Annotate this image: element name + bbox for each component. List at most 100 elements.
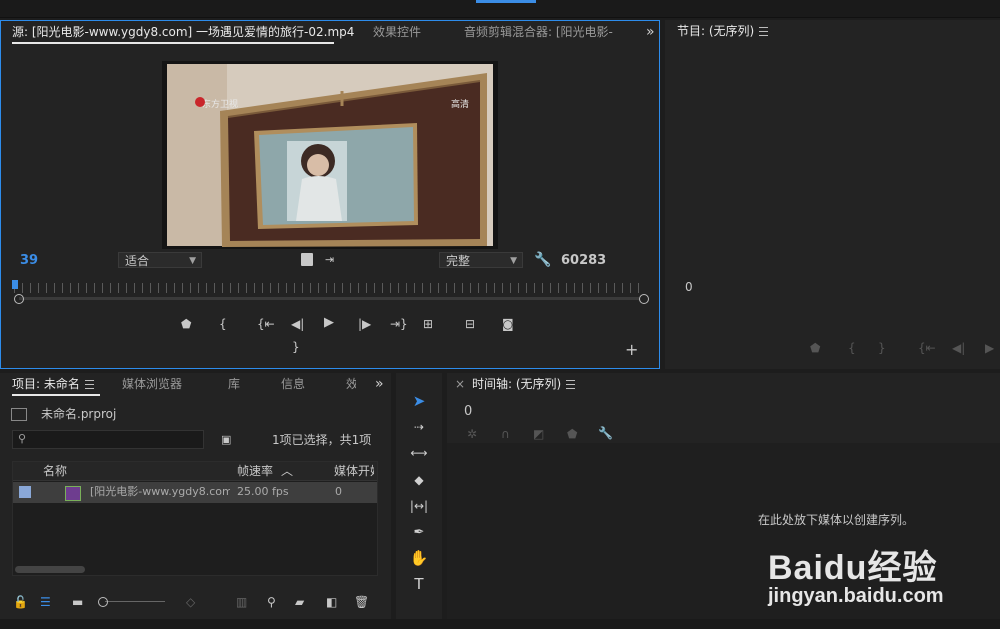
add-marker-icon: ⬟ <box>567 427 578 441</box>
camera-icon[interactable]: ◙ <box>502 316 514 332</box>
step-forward-icon[interactable]: |▶ <box>358 316 371 332</box>
zoom-slider[interactable] <box>105 601 165 602</box>
trash-icon[interactable]: 🗑 <box>354 594 369 610</box>
program-timecode[interactable]: 0 <box>685 279 693 295</box>
mark-out-icon[interactable]: } <box>292 339 300 355</box>
panel-overflow-icon[interactable]: » <box>646 21 655 43</box>
file-list-header <box>13 462 377 481</box>
horizontal-scrollbar[interactable] <box>15 566 85 573</box>
timeline-timecode[interactable]: 0 <box>464 404 472 420</box>
linked-selection-icon: ◩ <box>533 427 545 441</box>
tab-libraries[interactable]: 库 <box>228 373 240 395</box>
zoom-handle-left[interactable] <box>14 294 24 304</box>
playhead-marker[interactable] <box>12 280 18 289</box>
zoom-slider-thumb[interactable] <box>98 597 108 607</box>
tab-effect-controls[interactable]: 效果控件 <box>373 21 421 43</box>
go-to-in-icon: {⇤ <box>918 341 936 355</box>
panel-menu-icon[interactable] <box>566 380 576 389</box>
new-bin-icon[interactable]: ▰ <box>295 594 304 610</box>
go-to-out-icon[interactable]: ⇥} <box>390 316 408 332</box>
type-tool-icon[interactable]: T <box>396 572 442 596</box>
automate-to-sequence-icon[interactable]: ▥ <box>236 594 247 610</box>
tab-effects[interactable]: 效 <box>346 373 356 395</box>
watermark-brand: Baidu经验 <box>768 549 938 587</box>
hand-tool-icon[interactable]: ✋ <box>396 546 442 570</box>
tab-program[interactable]: 节目: (无序列) <box>677 20 769 42</box>
mark-in-icon[interactable]: { <box>219 316 227 332</box>
time-ruler[interactable] <box>14 283 643 293</box>
snap-icon: ∩ <box>501 427 510 441</box>
tab-program-label: 节目: (无序列) <box>677 24 755 38</box>
column-name[interactable]: 名称 <box>43 463 67 479</box>
slip-tool-icon[interactable]: |↔| <box>396 494 442 518</box>
step-back-icon: ◀| <box>952 341 966 355</box>
selection-tool-icon[interactable]: ➤ <box>396 389 442 413</box>
sort-up-icon[interactable]: ︿ <box>281 463 293 479</box>
project-panel: 项目: 未命名 媒体浏览器 库 信息 效 » 未命名.prproj ⚲ ▣ 1项… <box>0 373 391 619</box>
column-frame-rate[interactable]: 帧速率 <box>237 463 273 479</box>
list-view-icon[interactable]: ☰ <box>40 594 51 610</box>
video-channel-logo: 东方卫视 <box>202 100 239 110</box>
ripple-edit-tool-icon[interactable]: ⟷ <box>396 441 442 465</box>
tab-source-label: 源: [阳光电影-www.ygdy8.com] 一场遇见爱情的旅行-02.mp4 <box>12 25 354 39</box>
drop-hint: 在此处放下媒体以创建序列。 <box>758 513 915 527</box>
button-editor-icon[interactable]: + <box>625 342 638 358</box>
chevron-down-icon: ▼ <box>510 256 517 266</box>
go-to-in-icon[interactable]: {⇤ <box>257 316 275 332</box>
new-item-icon[interactable]: ◧ <box>326 594 337 610</box>
mark-in-icon: { <box>848 341 856 355</box>
tab-source[interactable]: 源: [阳光电影-www.ygdy8.com] 一场遇见爱情的旅行-02.mp4 <box>12 21 354 43</box>
video-thumbnail-image <box>167 64 493 247</box>
selection-status: 1项已选择，共1项 <box>272 433 372 447</box>
track-select-tool-icon[interactable]: ⇢ <box>396 415 442 439</box>
source-timecode-in[interactable]: 39 <box>20 253 38 269</box>
insert-icon[interactable]: ⊞ <box>423 316 433 332</box>
watermark-url: jingyan.baidu.com <box>768 585 944 607</box>
tab-source-underline <box>12 42 334 44</box>
search-input[interactable]: ⚲ <box>12 430 204 449</box>
scroll-track[interactable] <box>19 297 639 300</box>
timeline-close-icon[interactable]: × <box>455 373 465 395</box>
find-icon[interactable]: ⚲ <box>267 594 276 610</box>
sort-icon[interactable]: ◇ <box>186 594 195 610</box>
row-label-color[interactable] <box>19 486 31 498</box>
pen-tool-icon[interactable]: ✒ <box>396 521 442 545</box>
tab-audio-clip-mixer[interactable]: 音频剪辑混合器: [阳光电影- <box>464 21 627 43</box>
wrench-icon[interactable]: 🔧 <box>598 425 613 441</box>
new-search-bin-icon[interactable]: ▣ <box>221 432 231 448</box>
panel-menu-icon[interactable] <box>759 27 769 36</box>
step-back-icon[interactable]: ◀| <box>291 316 304 332</box>
insert-overwrite-icon[interactable]: ⇥ <box>325 252 334 268</box>
project-file-name: 未命名.prproj <box>41 407 117 421</box>
video-hd-badge: 高清 <box>451 100 470 110</box>
tools-panel: ➤ ⇢ ⟷ ◆ |↔| ✒ ✋ T <box>396 373 442 619</box>
add-marker-icon: ⬟ <box>810 341 821 355</box>
play-icon[interactable]: ▶ <box>324 315 334 331</box>
overwrite-icon[interactable]: ⊟ <box>465 316 475 332</box>
wrench-icon[interactable]: 🔧 <box>534 252 551 268</box>
project-folder-icon <box>11 408 27 421</box>
status-bar <box>0 619 1000 629</box>
source-monitor-panel: 源: [阳光电影-www.ygdy8.com] 一场遇见爱情的旅行-02.mp4… <box>0 20 660 369</box>
nest-icon: ✲ <box>467 427 478 441</box>
add-marker-icon[interactable]: ⬟ <box>181 316 191 332</box>
tab-timeline[interactable]: 时间轴: (无序列) <box>472 373 576 395</box>
chevron-down-icon: ▼ <box>189 256 196 266</box>
tab-project[interactable]: 项目: 未命名 <box>12 373 94 395</box>
panel-overflow-icon[interactable]: » <box>375 373 384 395</box>
tab-media-browser[interactable]: 媒体浏览器 <box>122 373 182 395</box>
clip-icon <box>65 486 81 501</box>
panel-menu-icon[interactable] <box>84 380 94 389</box>
quality-dropdown[interactable]: 完整 ▼ <box>439 252 523 268</box>
tab-info[interactable]: 信息 <box>281 373 305 395</box>
top-menu-active-indicator <box>476 0 536 3</box>
lock-icon[interactable]: 🔓 <box>13 594 28 610</box>
razor-tool-icon[interactable]: ◆ <box>396 468 442 492</box>
zoom-handle-right[interactable] <box>639 294 649 304</box>
table-row[interactable]: [阳光电影-www.ygdy8.com 25.00 fps 0 <box>13 482 377 503</box>
column-media-start[interactable]: 媒体开始 <box>334 463 374 479</box>
icon-view-icon[interactable]: ▬ <box>72 594 83 610</box>
settings-clip-icon[interactable] <box>301 253 313 266</box>
program-monitor-panel: 节目: (无序列) 0 ⬟ { } {⇤ ◀| ▶ <box>665 20 1000 369</box>
fit-dropdown[interactable]: 适合 ▼ <box>118 252 202 268</box>
